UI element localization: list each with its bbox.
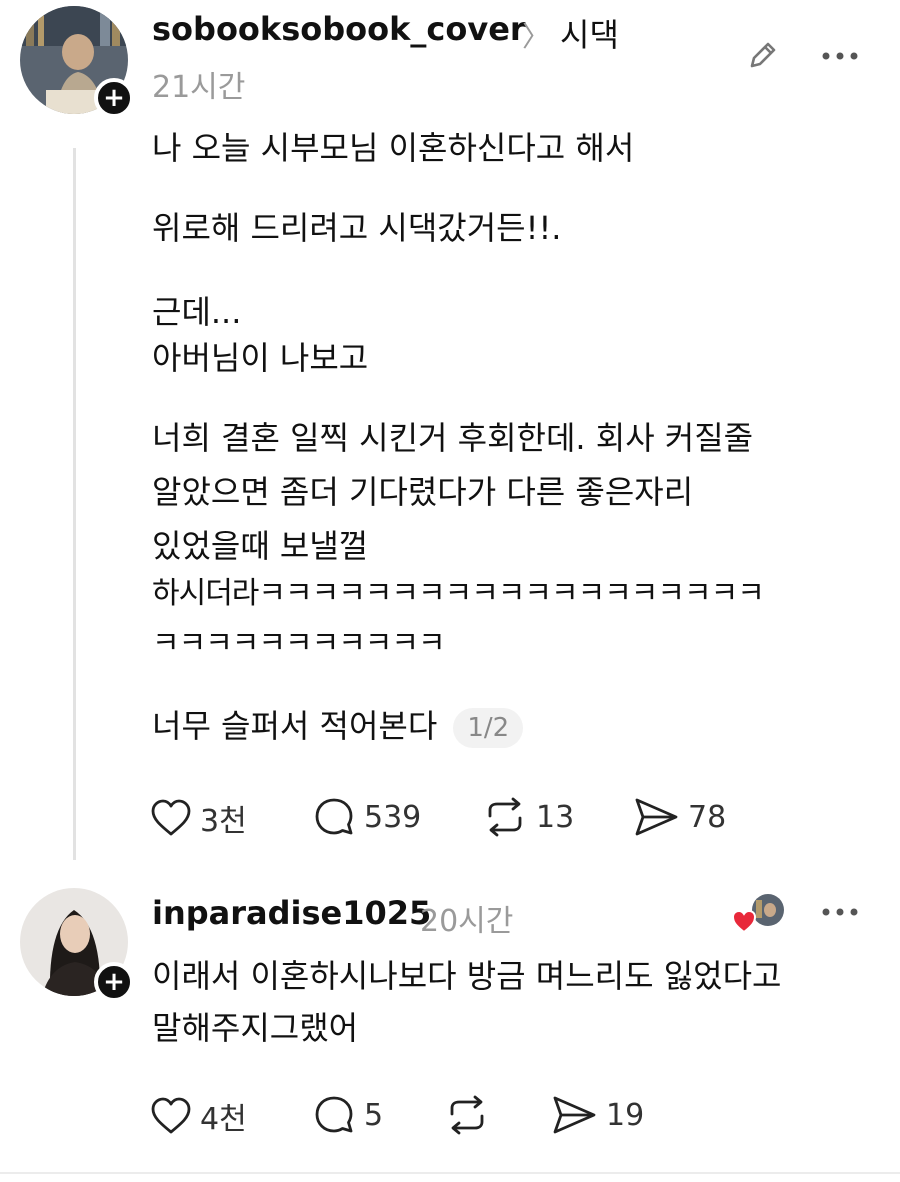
follow-plus-icon[interactable]: + <box>94 962 134 1002</box>
post-text-line: 하시더라ㅋㅋㅋㅋㅋㅋㅋㅋㅋㅋㅋㅋㅋㅋㅋㅋㅋㅋㅋ <box>152 576 765 611</box>
reply-text-line: 이래서 이혼하시나보다 방금 며느리도 잃었다고 <box>152 957 782 995</box>
comment-button[interactable]: 5 <box>312 1094 383 1136</box>
share-button[interactable]: 78 <box>632 796 726 838</box>
repost-button[interactable] <box>444 1094 498 1136</box>
share-icon <box>553 1096 596 1134</box>
post-text-line: ㅋㅋㅋㅋㅋㅋㅋㅋㅋㅋㅋ <box>152 626 446 661</box>
post-text-line: 있었을때 보낼껄 <box>152 527 369 565</box>
comment-button[interactable]: 539 <box>312 796 421 838</box>
chevron-right-icon: 〉 <box>522 20 551 53</box>
post-text-line: 위로해 드리려고 시댁갔거든!!. <box>152 209 562 247</box>
post-text-line: 너희 결혼 일찍 시킨거 후회한데. 회사 커질줄 <box>152 419 754 457</box>
reply-text-line: 말해주지그랬어 <box>152 1009 359 1047</box>
page-indicator: 1/2 <box>453 708 524 748</box>
main-post: + sobooksobook_cover 〉 시댁 21시간 나 오늘 시부모님 … <box>0 0 900 870</box>
author-liked-indicator <box>732 892 788 936</box>
thread-connector <box>73 148 76 860</box>
share-button[interactable]: 19 <box>550 1094 644 1136</box>
author-username[interactable]: sobooksobook_cover <box>152 10 526 48</box>
repost-icon <box>450 1095 484 1135</box>
edit-icon[interactable] <box>742 36 782 76</box>
comment-count: 539 <box>364 799 422 835</box>
like-button[interactable]: 4천 <box>150 1094 247 1138</box>
post-text-line: 나 오늘 시부모님 이혼하신다고 해서 <box>152 129 635 167</box>
reply-username[interactable]: inparadise1025 <box>152 894 431 932</box>
post-text-line: 알았으면 좀더 기다렸다가 다른 좋은자리 <box>152 473 694 511</box>
share-icon <box>635 798 678 836</box>
heart-icon <box>732 909 757 934</box>
like-count: 3천 <box>200 804 247 839</box>
share-count: 19 <box>606 1097 645 1133</box>
repost-icon <box>488 797 522 837</box>
comment-count: 5 <box>364 1097 384 1133</box>
reply-post: + inparadise1025 20시간 이래서 이혼하시나보다 방금 며느리… <box>0 870 900 1170</box>
reply-time: 20시간 <box>420 904 514 939</box>
share-count: 78 <box>688 799 727 835</box>
repost-button[interactable]: 13 <box>482 796 574 838</box>
like-count: 4천 <box>200 1102 247 1137</box>
more-icon[interactable] <box>818 36 862 76</box>
heart-icon <box>151 1097 191 1134</box>
post-text-line: 아버님이 나보고 <box>152 339 369 377</box>
topic-breadcrumb[interactable]: 〉 시댁 <box>522 10 619 56</box>
more-icon[interactable] <box>818 894 862 930</box>
post-text-line: 근데... <box>152 293 242 331</box>
follow-plus-icon[interactable]: + <box>94 78 134 118</box>
like-button[interactable]: 3천 <box>150 796 247 840</box>
post-last-line: 너무 슬퍼서 적어본다 1/2 <box>152 706 524 748</box>
comment-icon <box>315 1096 353 1133</box>
bottom-divider <box>0 1172 900 1174</box>
post-text-line: 너무 슬퍼서 적어본다 <box>152 707 438 745</box>
comment-icon <box>315 798 353 835</box>
post-time: 21시간 <box>152 70 246 105</box>
heart-icon <box>151 799 191 836</box>
topic-label: 시댁 <box>560 16 619 54</box>
repost-count: 13 <box>536 799 575 835</box>
